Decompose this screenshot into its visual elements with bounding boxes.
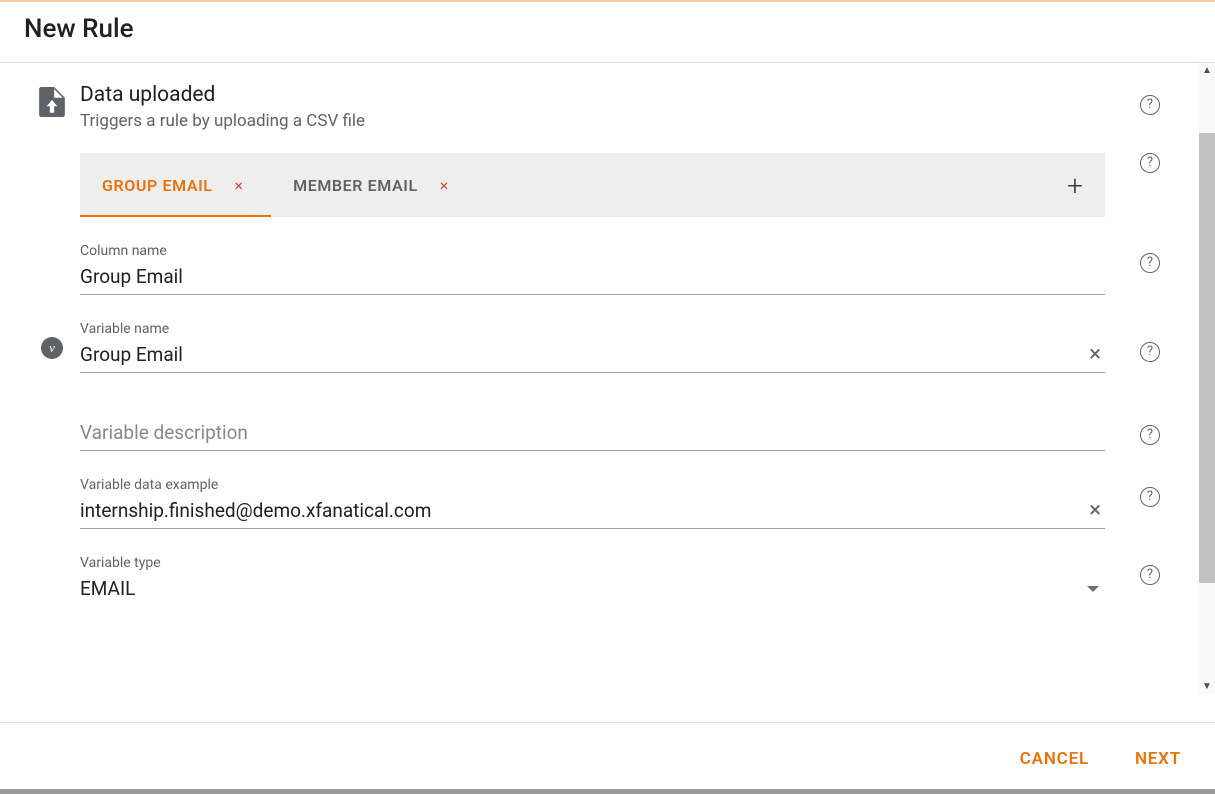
tabs-left-spacer [24, 153, 80, 157]
cancel-button[interactable]: CANCEL [1014, 748, 1095, 770]
help-icon[interactable]: ? [1140, 153, 1160, 173]
tab-label: GROUP EMAIL [102, 176, 213, 195]
variable-type-field: Variable type EMAIL [80, 555, 1105, 606]
help-icon[interactable]: ? [1140, 487, 1160, 507]
variable-type-row: Variable type EMAIL ? [24, 529, 1175, 606]
variable-description-field [80, 419, 1105, 451]
trigger-icon-col [24, 83, 80, 117]
trigger-title: Data uploaded [80, 83, 1105, 107]
page-title: New Rule [24, 14, 1191, 44]
scroll-thumb[interactable] [1199, 133, 1215, 583]
field-label: Variable data example [80, 477, 1105, 493]
scroll-down-icon[interactable]: ▼ [1199, 679, 1215, 695]
content-wrapper: Data uploaded Triggers a rule by uploadi… [0, 63, 1215, 695]
footer-bottom-border [0, 789, 1215, 794]
column-name-input[interactable] [80, 263, 1105, 290]
variable-name-input[interactable] [80, 341, 1085, 368]
tabs-bar: GROUP EMAIL × MEMBER EMAIL × + [80, 153, 1105, 217]
close-icon[interactable]: × [440, 176, 449, 195]
column-name-row: Column name ? [24, 217, 1175, 295]
chevron-down-icon[interactable] [1087, 586, 1099, 592]
tab-group-email[interactable]: GROUP EMAIL × [80, 153, 271, 217]
scroll-up-icon[interactable]: ▲ [1199, 63, 1215, 79]
trigger-header-row: Data uploaded Triggers a rule by uploadi… [24, 83, 1175, 153]
help-icon[interactable]: ? [1140, 342, 1160, 362]
content-area: Data uploaded Triggers a rule by uploadi… [0, 63, 1215, 695]
next-button[interactable]: NEXT [1129, 748, 1187, 770]
tabs-row: GROUP EMAIL × MEMBER EMAIL × + ? [24, 153, 1175, 217]
left-spacer [24, 217, 80, 221]
nu-icon-col: ν [24, 309, 80, 359]
left-spacer [24, 451, 80, 455]
variable-description-input[interactable] [80, 419, 1105, 446]
trigger-text: Data uploaded Triggers a rule by uploadi… [80, 83, 1125, 153]
footer-actions: CANCEL NEXT [0, 722, 1215, 794]
select-line: EMAIL [80, 575, 1105, 606]
top-accent-border [0, 0, 1215, 2]
tabs-main: GROUP EMAIL × MEMBER EMAIL × + [80, 153, 1125, 217]
left-spacer [24, 529, 80, 533]
add-tab-button[interactable]: + [1045, 169, 1105, 202]
variable-example-field: Variable data example × [80, 477, 1105, 529]
help-icon[interactable]: ? [1140, 253, 1160, 273]
clear-icon[interactable]: × [1085, 500, 1105, 522]
file-upload-icon [39, 87, 65, 117]
nu-variable-icon: ν [41, 337, 63, 359]
variable-type-select[interactable]: EMAIL [80, 575, 1087, 602]
help-icon[interactable]: ? [1140, 425, 1160, 445]
variable-example-input[interactable] [80, 497, 1085, 524]
close-icon[interactable]: × [235, 176, 244, 195]
input-underline: × [80, 341, 1105, 373]
variable-description-row: ? [24, 373, 1175, 451]
help-icon[interactable]: ? [1140, 95, 1160, 115]
trigger-subtitle: Triggers a rule by uploading a CSV file [80, 111, 1105, 131]
column-name-field: Column name [80, 243, 1105, 295]
tab-member-email[interactable]: MEMBER EMAIL × [271, 153, 476, 217]
clear-icon[interactable]: × [1085, 344, 1105, 366]
field-label: Variable name [80, 321, 1105, 337]
variable-name-field: Variable name × [80, 321, 1105, 373]
variable-example-row: Variable data example × ? [24, 451, 1175, 529]
tab-label: MEMBER EMAIL [293, 176, 418, 195]
input-underline [80, 263, 1105, 295]
field-label: Column name [80, 243, 1105, 259]
left-spacer [24, 373, 80, 377]
input-underline [80, 419, 1105, 451]
variable-name-row: ν Variable name × ? [24, 295, 1175, 373]
page-header: New Rule [0, 2, 1215, 63]
help-icon[interactable]: ? [1140, 565, 1160, 585]
scrollbar-track[interactable]: ▲ ▼ [1199, 63, 1215, 695]
input-underline: × [80, 497, 1105, 529]
field-label: Variable type [80, 555, 1105, 571]
